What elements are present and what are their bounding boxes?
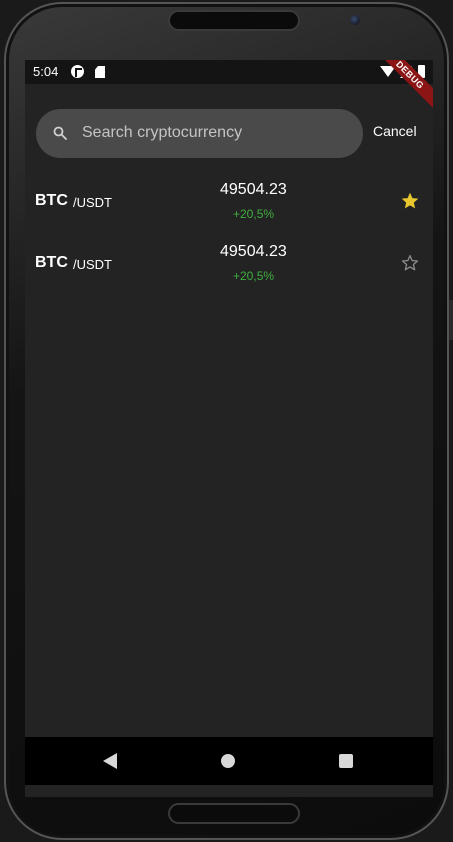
star-filled-icon[interactable] — [400, 191, 420, 211]
coin-symbol: BTC — [35, 254, 68, 271]
screen: 5:04 DEBUG Cancel BTC /USDT 49504.23 +20… — [25, 60, 433, 797]
front-camera — [350, 15, 360, 25]
sd-card-icon — [95, 66, 105, 78]
cancel-button[interactable]: Cancel — [373, 123, 417, 139]
volume-button — [449, 300, 453, 340]
search-input[interactable] — [82, 122, 352, 144]
recents-icon[interactable] — [339, 754, 353, 768]
search-icon — [53, 126, 67, 140]
list-item[interactable]: BTC /USDT 49504.23 +20,5% — [25, 243, 433, 305]
status-time: 5:04 — [33, 64, 59, 79]
star-outline-icon[interactable] — [400, 253, 420, 273]
coin-symbol: BTC — [35, 192, 68, 209]
navigation-bar — [25, 737, 433, 785]
bottom-speaker — [170, 805, 298, 822]
coin-quote: /USDT — [73, 257, 112, 272]
coin-quote: /USDT — [73, 195, 112, 210]
back-icon[interactable] — [103, 753, 117, 769]
top-speaker — [170, 12, 298, 29]
status-bar: 5:04 — [25, 60, 433, 84]
coin-change: +20,5% — [233, 207, 275, 221]
coin-change: +20,5% — [233, 269, 275, 283]
coin-price: 49504.23 — [220, 243, 287, 260]
notification-icon — [71, 65, 84, 78]
home-icon[interactable] — [221, 754, 235, 768]
coin-price: 49504.23 — [220, 181, 287, 198]
search-box[interactable] — [36, 109, 363, 158]
list-item[interactable]: BTC /USDT 49504.23 +20,5% — [25, 181, 433, 243]
